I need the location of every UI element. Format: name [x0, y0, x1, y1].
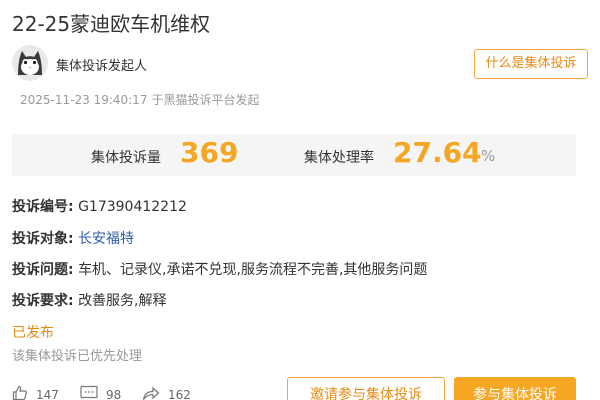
- cat-avatar-icon[interactable]: [12, 45, 48, 81]
- complaint-demand-value: 改善服务,解释: [78, 293, 167, 309]
- like-action[interactable]: 147: [12, 385, 59, 400]
- handling-rate-value: 27.64: [393, 136, 482, 169]
- status-label: 已发布: [12, 325, 54, 341]
- complaint-demand-key: 投诉要求:: [12, 293, 74, 309]
- complaint-target-key: 投诉对象:: [12, 231, 74, 247]
- status-description: 该集体投诉已优先处理: [12, 349, 143, 364]
- complaint-issue-key: 投诉问题:: [12, 262, 74, 278]
- stats-bar: 集体投诉量 369 集体处理率 27.64 %: [12, 134, 576, 176]
- publish-source: 于黑猫投诉平台发起: [151, 93, 260, 107]
- share-action[interactable]: 162: [142, 385, 191, 400]
- complaint-id-value: G17390412212: [78, 199, 187, 215]
- complaint-count-label: 集体投诉量: [91, 150, 161, 166]
- complaint-issue-row: 投诉问题: 车机、记录仪,承诺不兑现,服务流程不完善,其他服务问题: [12, 259, 427, 279]
- publish-datetime: 2025-11-23 19:40:17: [20, 93, 148, 107]
- join-complaint-button[interactable]: 参与集体投诉: [454, 377, 576, 400]
- complaint-count-value: 369: [180, 136, 239, 169]
- invite-join-button[interactable]: 邀请参与集体投诉: [287, 377, 445, 400]
- comment-count: 98: [106, 387, 122, 400]
- complaint-id-row: 投诉编号: G17390412212: [12, 196, 187, 216]
- initiator-row: 集体投诉发起人 什么是集体投诉: [12, 45, 588, 83]
- page-title: 22-25蒙迪欧车机维权: [12, 12, 211, 36]
- complaint-issue-value: 车机、记录仪,承诺不兑现,服务流程不完善,其他服务问题: [78, 262, 428, 278]
- publish-meta: 2025-11-23 19:40:17 于黑猫投诉平台发起: [20, 91, 259, 108]
- complaint-demand-row: 投诉要求: 改善服务,解释: [12, 290, 167, 310]
- complaint-id-key: 投诉编号:: [12, 199, 74, 215]
- handling-rate-label: 集体处理率: [304, 150, 374, 166]
- initiator-label: 集体投诉发起人: [56, 59, 148, 74]
- comment-action[interactable]: 98: [80, 385, 121, 400]
- thumbs-up-icon: [12, 385, 36, 400]
- share-icon: [142, 385, 168, 400]
- share-count: 162: [168, 387, 191, 400]
- comment-icon: [80, 385, 106, 400]
- like-count: 147: [36, 387, 59, 400]
- what-is-collective-complaint-button[interactable]: 什么是集体投诉: [474, 49, 588, 79]
- handling-rate-unit: %: [481, 147, 496, 165]
- complaint-target-row: 投诉对象: 长安福特: [12, 228, 134, 248]
- complaint-target-link[interactable]: 长安福特: [78, 231, 134, 247]
